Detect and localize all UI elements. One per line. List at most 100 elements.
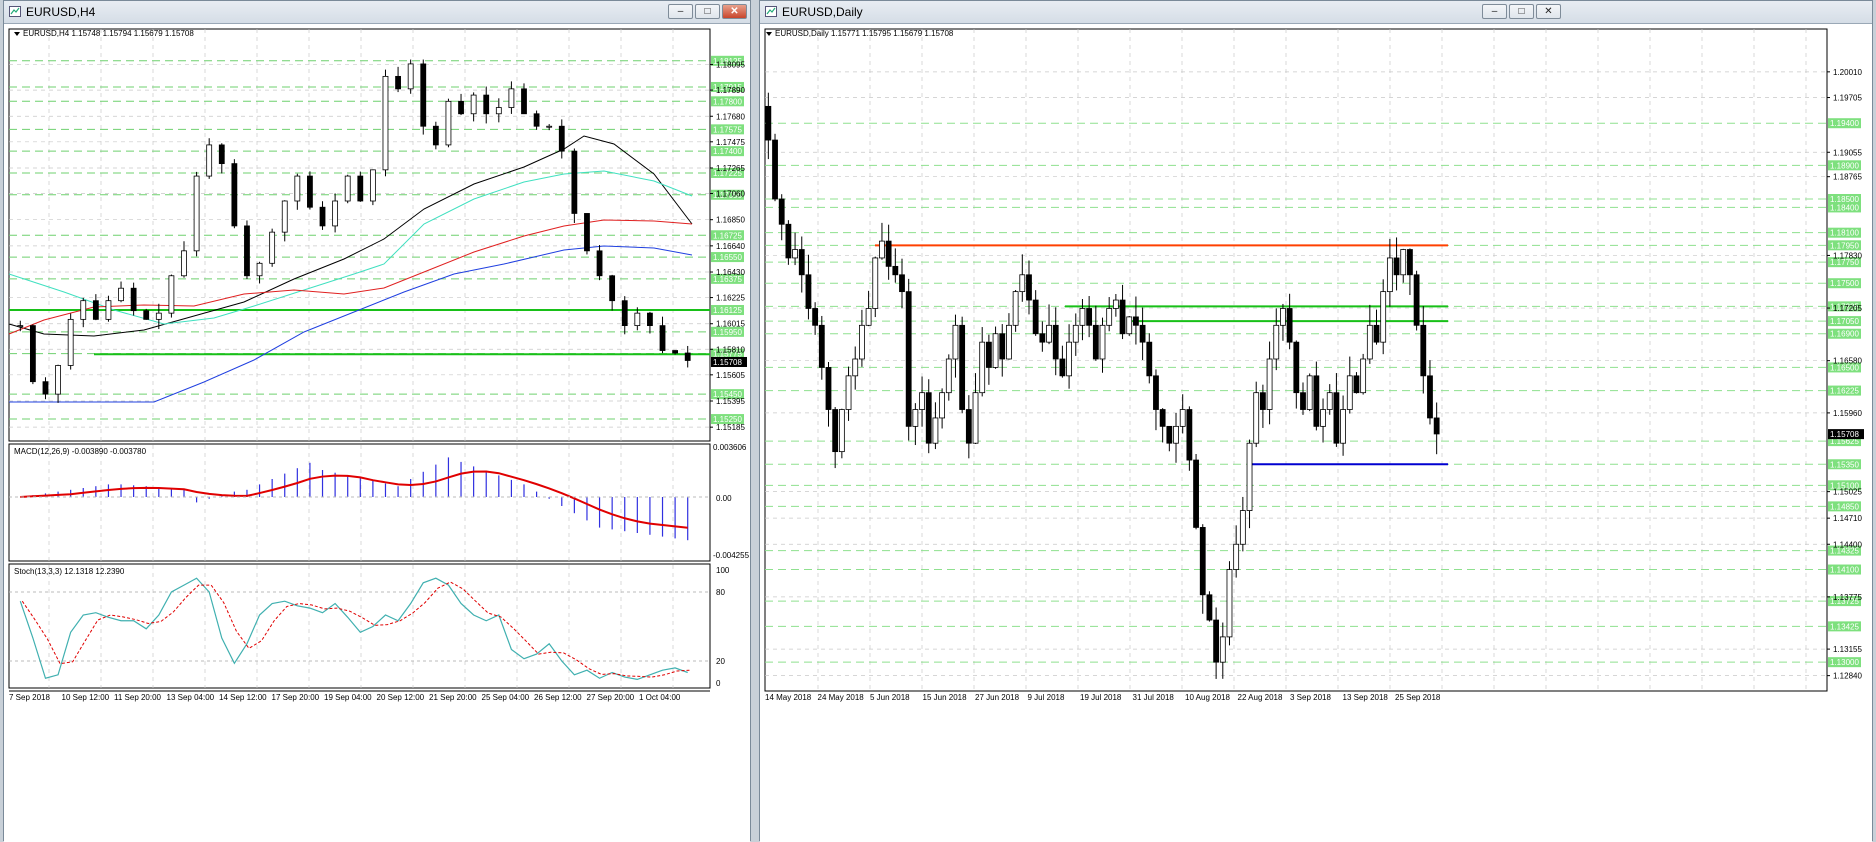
candle[interactable] [1253, 392, 1260, 444]
candle[interactable] [17, 325, 24, 328]
candle[interactable] [42, 381, 49, 395]
candle[interactable] [621, 300, 628, 327]
candle[interactable] [1386, 257, 1393, 293]
candle[interactable] [1193, 459, 1199, 528]
candle[interactable] [905, 291, 912, 427]
candle[interactable] [1153, 375, 1159, 410]
candle[interactable] [1273, 324, 1280, 360]
candle[interactable] [852, 358, 859, 377]
candle[interactable] [865, 308, 872, 326]
candle[interactable] [992, 333, 999, 368]
candle[interactable] [1166, 425, 1173, 444]
candle[interactable] [609, 275, 616, 302]
candle[interactable] [155, 312, 162, 320]
candle[interactable] [294, 175, 301, 202]
candle[interactable] [1326, 392, 1333, 410]
candle[interactable] [1086, 308, 1093, 326]
candle[interactable] [1366, 324, 1373, 360]
candle[interactable] [932, 417, 939, 444]
candle[interactable] [92, 300, 99, 320]
candle[interactable] [256, 262, 263, 277]
candle[interactable] [458, 100, 464, 115]
candle[interactable] [1179, 409, 1186, 427]
candle[interactable] [879, 240, 885, 259]
candle[interactable] [832, 409, 839, 453]
candle[interactable] [1246, 442, 1253, 511]
candle[interactable] [168, 275, 175, 314]
candle[interactable] [1400, 249, 1407, 276]
candle[interactable] [965, 409, 972, 444]
price-chart-h4[interactable]: 1.181251.179151.178001.175751.174001.172… [4, 24, 750, 842]
price-chart-daily[interactable]: 1.194001.189001.185001.184001.181001.179… [760, 24, 1872, 842]
candle[interactable] [1293, 341, 1300, 394]
candle[interactable] [67, 318, 74, 366]
candle[interactable] [1112, 299, 1119, 309]
candle[interactable] [29, 325, 36, 383]
candle[interactable] [218, 144, 225, 165]
candle[interactable] [1226, 569, 1233, 638]
candle[interactable] [344, 175, 351, 202]
candle[interactable] [558, 125, 565, 152]
candle[interactable] [319, 206, 326, 227]
candle[interactable] [925, 392, 932, 444]
candle[interactable] [1066, 341, 1072, 377]
candle[interactable] [1407, 249, 1413, 276]
candle[interactable] [939, 392, 946, 419]
candle[interactable] [193, 175, 200, 252]
candle[interactable] [818, 324, 825, 368]
candle[interactable] [1280, 308, 1286, 326]
candle[interactable] [105, 300, 112, 320]
candle[interactable] [647, 312, 653, 327]
candle[interactable] [470, 94, 477, 115]
candle[interactable] [307, 175, 313, 208]
candle[interactable] [959, 324, 966, 410]
candle[interactable] [859, 324, 865, 360]
candle[interactable] [1306, 375, 1313, 410]
chart-window-eurusd-daily[interactable]: EURUSD,Daily – □ ✕ 1.19400 1.18900 1.18500… [759, 0, 1873, 842]
candle[interactable] [1213, 619, 1220, 663]
candle[interactable] [445, 100, 452, 146]
candle[interactable] [805, 274, 812, 309]
candle[interactable] [952, 324, 959, 360]
close-button[interactable]: ✕ [722, 4, 747, 19]
candle[interactable] [1219, 636, 1226, 663]
candle[interactable] [1333, 392, 1340, 444]
candle[interactable] [1059, 358, 1066, 377]
candle[interactable] [885, 240, 892, 267]
candle[interactable] [1026, 274, 1032, 301]
candle[interactable] [892, 265, 899, 276]
candle[interactable] [1313, 375, 1320, 427]
candle[interactable] [1079, 308, 1086, 326]
candle[interactable] [1353, 375, 1360, 394]
candle[interactable] [1300, 392, 1306, 410]
candle[interactable] [1173, 425, 1179, 444]
candle[interactable] [495, 107, 502, 115]
candle[interactable] [919, 392, 925, 410]
candle[interactable] [1126, 316, 1133, 335]
candle[interactable] [1320, 409, 1326, 427]
candle[interactable] [659, 325, 666, 351]
candle[interactable] [118, 287, 124, 302]
window-splitter[interactable] [751, 23, 759, 841]
candle[interactable] [1393, 257, 1400, 276]
candle[interactable] [1019, 274, 1026, 293]
candle[interactable] [130, 287, 137, 312]
candle[interactable] [584, 213, 590, 252]
candle[interactable] [1092, 324, 1099, 360]
candle[interactable] [999, 333, 1006, 360]
candle[interactable] [1373, 324, 1380, 343]
window-titlebar[interactable]: EURUSD,H4 – □ ✕ [4, 1, 750, 24]
candle[interactable] [1239, 510, 1246, 545]
candle[interactable] [872, 257, 879, 309]
candle[interactable] [772, 139, 778, 200]
close-button[interactable]: ✕ [1536, 4, 1561, 19]
candle[interactable] [1340, 409, 1346, 444]
candle[interactable] [792, 249, 798, 259]
candle[interactable] [407, 63, 414, 90]
candle[interactable] [521, 88, 527, 115]
candle[interactable] [1012, 291, 1019, 326]
chart-window-eurusd-h4[interactable]: EURUSD,H4 – □ ✕ 1.18125 1.17915 1.17800 1.1… [3, 0, 751, 842]
candle[interactable] [1052, 324, 1059, 360]
candle[interactable] [1106, 308, 1113, 326]
candle[interactable] [899, 274, 905, 293]
